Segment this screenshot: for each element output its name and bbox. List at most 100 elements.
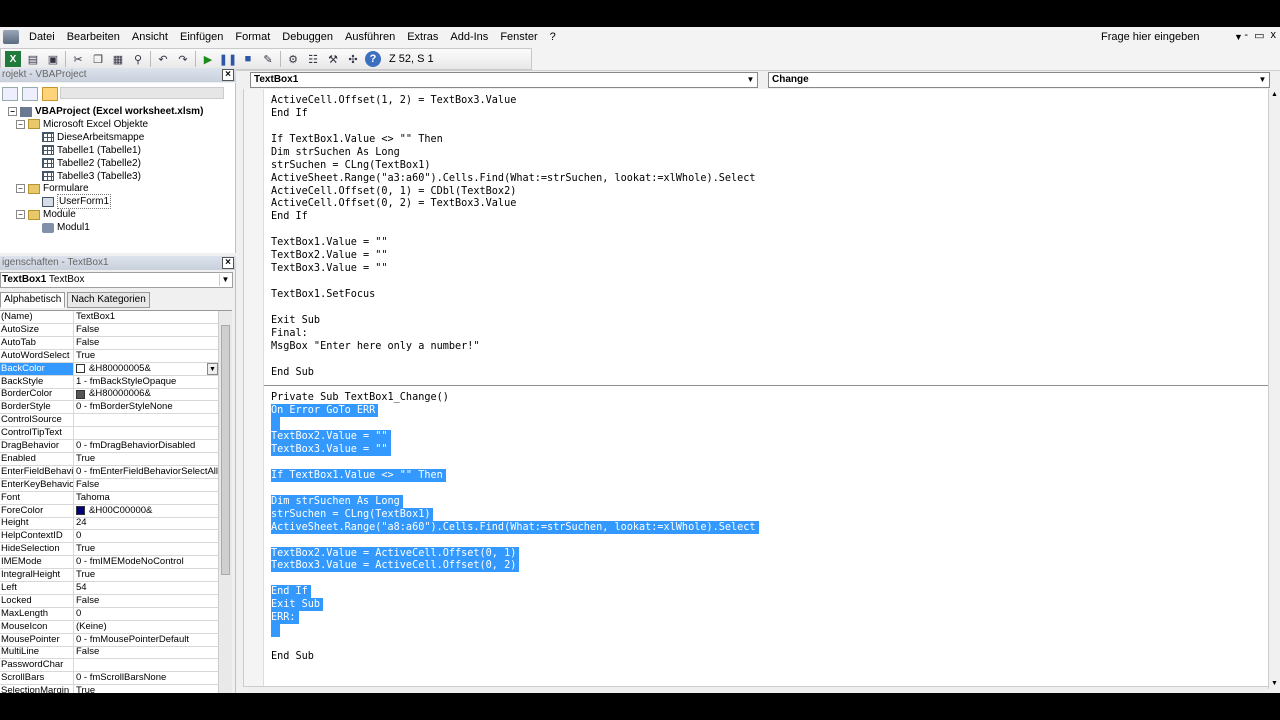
property-value[interactable]: (Keine) xyxy=(76,621,218,633)
property-row[interactable]: BackColor &H80000005& ▼ xyxy=(0,362,218,376)
run-icon[interactable]: ▶ xyxy=(200,51,216,67)
tree-item[interactable]: − Module xyxy=(16,208,76,221)
property-value[interactable] xyxy=(76,659,218,671)
paste-icon[interactable]: ▦ xyxy=(110,51,126,67)
code-line[interactable]: On Error GoTo ERR xyxy=(271,404,379,418)
reset-icon[interactable]: ■ xyxy=(240,51,256,67)
code-line[interactable]: Final: xyxy=(271,327,308,340)
collapse-icon[interactable]: − xyxy=(16,184,25,194)
menu-datei[interactable]: Datei xyxy=(23,27,61,47)
property-value[interactable]: &H80000005& xyxy=(76,363,218,375)
property-row[interactable]: SelectionMargin True xyxy=(0,685,218,693)
property-row[interactable]: EnterFieldBehavior 0 - fmEnterFieldBehavi… xyxy=(0,465,218,479)
property-value[interactable]: False xyxy=(76,479,218,491)
property-row[interactable]: ControlSource xyxy=(0,414,218,428)
property-value[interactable]: 0 - fmDragBehaviorDisabled xyxy=(76,440,218,452)
property-value[interactable]: 24 xyxy=(76,517,218,529)
code-line[interactable]: TextBox1.Value = "" xyxy=(271,236,388,249)
collapse-icon[interactable]: − xyxy=(16,119,25,129)
chevron-down-icon[interactable]: ▼ xyxy=(207,362,218,375)
find-icon[interactable]: ⚲ xyxy=(130,51,146,67)
chevron-down-icon[interactable]: ▼ xyxy=(1257,74,1268,86)
tree-item[interactable]: Tabelle1 (Tabelle1) xyxy=(42,144,141,157)
property-value[interactable]: 54 xyxy=(76,582,218,594)
menu-fenster[interactable]: Fenster xyxy=(494,27,543,47)
minimize-icon[interactable]: - xyxy=(1244,29,1248,42)
close-icon[interactable]: x xyxy=(1271,29,1277,42)
code-line[interactable]: TextBox3.Value = "" xyxy=(271,443,391,457)
code-line[interactable]: TextBox2.Value = "" xyxy=(271,249,388,262)
project-pane-close-icon[interactable]: × xyxy=(222,69,234,81)
code-line[interactable] xyxy=(271,417,281,431)
property-row[interactable]: AutoWordSelect True xyxy=(0,349,218,363)
code-hscrollbar[interactable] xyxy=(243,686,1268,693)
properties-pane-close-icon[interactable]: × xyxy=(222,257,234,269)
undo-icon[interactable]: ↶ xyxy=(155,51,171,67)
property-row[interactable]: MousePointer 0 - fmMousePointerDefault xyxy=(0,633,218,647)
property-row[interactable]: BorderStyle 0 - fmBorderStyleNone xyxy=(0,401,218,415)
vba-app-icon[interactable] xyxy=(3,30,19,44)
property-row[interactable]: PasswordChar xyxy=(0,659,218,673)
code-line[interactable]: TextBox3.Value = "" xyxy=(271,262,388,275)
property-row[interactable]: IMEMode 0 - fmIMEModeNoControl xyxy=(0,556,218,570)
collapse-icon[interactable]: − xyxy=(8,107,17,116)
property-row[interactable]: DragBehavior 0 - fmDragBehaviorDisabled xyxy=(0,440,218,453)
code-line[interactable]: strSuchen = CLng(TextBox1) xyxy=(271,159,430,172)
code-line[interactable]: strSuchen = CLng(TextBox1) xyxy=(271,507,434,521)
property-row[interactable]: HelpContextID 0 xyxy=(0,530,218,544)
tree-item[interactable]: Modul1 xyxy=(42,221,90,234)
toggle-folders-icon[interactable] xyxy=(42,87,58,101)
help-icon[interactable]: ? xyxy=(365,51,381,67)
property-value[interactable]: &H80000006& xyxy=(76,388,218,400)
code-vscrollbar[interactable]: ▲ ▼ xyxy=(1268,89,1280,689)
restore-icon[interactable]: ▭ xyxy=(1254,29,1264,42)
chevron-down-icon[interactable]: ▼ xyxy=(219,274,231,286)
menu-einfuegen[interactable]: Einfügen xyxy=(174,27,229,47)
code-line[interactable]: End Sub xyxy=(271,366,314,379)
tab-alphabetisch[interactable]: Alphabetisch xyxy=(0,292,66,308)
property-value[interactable]: True xyxy=(76,543,218,555)
menu-bearbeiten[interactable]: Bearbeiten xyxy=(61,27,126,47)
procedure-combo[interactable]: Change ▼ xyxy=(768,72,1270,88)
property-row[interactable]: EnterKeyBehavior False xyxy=(0,478,218,492)
scroll-down-icon[interactable]: ▼ xyxy=(1271,680,1278,687)
break-icon[interactable]: ❚❚ xyxy=(219,51,237,67)
collapse-icon[interactable]: − xyxy=(16,210,25,220)
cut-icon[interactable]: ✂ xyxy=(70,51,86,67)
code-line[interactable]: ActiveSheet.Range("a8:a60").Cells.Find(W… xyxy=(271,520,759,534)
property-row[interactable]: BackStyle 1 - fmBackStyleOpaque xyxy=(0,375,218,389)
property-value[interactable]: 0 xyxy=(76,608,218,620)
property-row[interactable]: Font Tahoma xyxy=(0,491,218,505)
help-dropdown-icon[interactable]: ▼ xyxy=(1234,29,1243,45)
menu-ansicht[interactable]: Ansicht xyxy=(126,27,174,47)
code-line[interactable]: ActiveCell.Offset(1, 2) = TextBox3.Value xyxy=(271,94,516,107)
code-line[interactable]: End If xyxy=(271,210,308,223)
property-value[interactable]: Tahoma xyxy=(76,492,218,504)
property-row[interactable]: MouseIcon (Keine) xyxy=(0,620,218,634)
code-line[interactable]: TextBox2.Value = ActiveCell.Offset(0, 1) xyxy=(271,546,520,560)
scrollbar-thumb[interactable] xyxy=(221,325,230,575)
tree-item[interactable]: DieseArbeitsmappe xyxy=(42,131,144,144)
tree-item[interactable]: − Microsoft Excel Objekte xyxy=(16,118,148,131)
property-row[interactable]: Enabled True xyxy=(0,452,218,466)
code-line[interactable]: TextBox3.Value = ActiveCell.Offset(0, 2) xyxy=(271,559,520,573)
property-row[interactable]: AutoTab False xyxy=(0,336,218,350)
property-value[interactable]: True xyxy=(76,350,218,362)
property-row[interactable]: IntegralHeight True xyxy=(0,569,218,582)
property-row[interactable]: Height 24 xyxy=(0,517,218,531)
property-value[interactable]: True xyxy=(76,569,218,581)
code-margin-indicator-bar[interactable] xyxy=(244,89,264,689)
property-value[interactable]: False xyxy=(76,595,218,607)
project-explorer-icon[interactable]: ⚙ xyxy=(285,51,301,67)
property-row[interactable]: (Name) TextBox1 xyxy=(0,311,218,324)
insert-userform-icon[interactable]: ▤ xyxy=(25,51,41,67)
property-value[interactable] xyxy=(76,414,218,426)
property-value[interactable]: 1 - fmBackStyleOpaque xyxy=(76,376,218,388)
redo-icon[interactable]: ↷ xyxy=(175,51,191,67)
tree-item[interactable]: Tabelle3 (Tabelle3) xyxy=(42,170,141,183)
code-line[interactable]: Dim strSuchen As Long xyxy=(271,146,400,159)
property-value[interactable]: 0 - fmScrollBarsNone xyxy=(76,672,218,684)
code-line[interactable]: ActiveSheet.Range("a3:a60").Cells.Find(W… xyxy=(271,172,756,185)
help-search-input[interactable]: Frage hier eingeben xyxy=(1098,29,1248,45)
tree-item[interactable]: − VBAProject (Excel worksheet.xlsm) xyxy=(8,105,203,118)
